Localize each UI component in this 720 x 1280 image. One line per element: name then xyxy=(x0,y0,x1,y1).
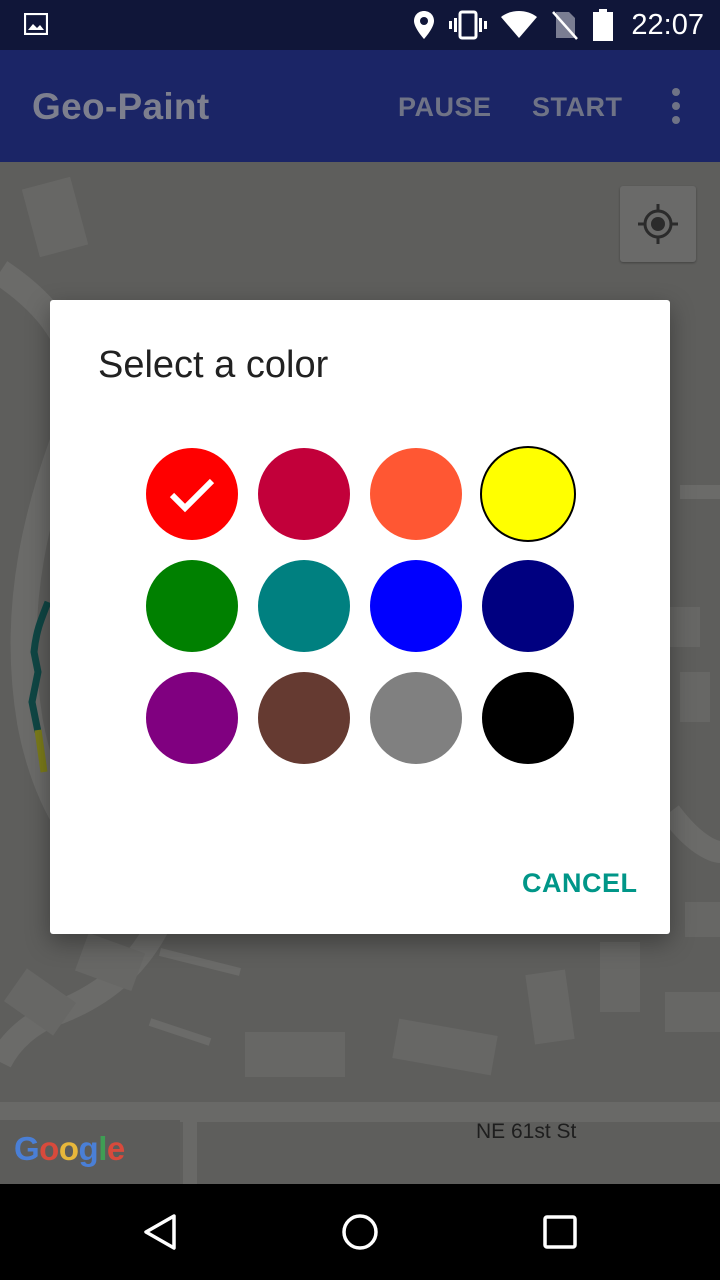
cancel-button[interactable]: CANCEL xyxy=(516,864,644,903)
location-icon xyxy=(414,11,435,39)
navigation-bar xyxy=(0,1184,720,1280)
color-swatch-green[interactable] xyxy=(146,560,238,652)
status-clock: 22:07 xyxy=(631,8,704,41)
app-title: Geo-Paint xyxy=(32,86,210,127)
color-swatch-red[interactable] xyxy=(146,448,238,540)
back-icon[interactable] xyxy=(140,1212,180,1252)
start-button[interactable]: START xyxy=(532,92,623,123)
color-swatch-crimson[interactable] xyxy=(258,448,350,540)
color-swatch-orange[interactable] xyxy=(370,448,462,540)
home-icon[interactable] xyxy=(340,1212,380,1252)
image-icon xyxy=(24,13,48,35)
color-swatch-teal[interactable] xyxy=(258,560,350,652)
check-icon xyxy=(169,478,215,513)
wifi-icon xyxy=(501,11,538,38)
recents-icon[interactable] xyxy=(542,1212,578,1252)
color-picker-dialog: Select a color CANCEL xyxy=(50,300,670,934)
color-swatch-yellow[interactable] xyxy=(480,446,576,542)
screen: 22:07 Geo-Paint PAUSE START NE 61st St G… xyxy=(0,0,720,1280)
dialog-title: Select a color xyxy=(98,344,329,386)
status-icons: 22:07 xyxy=(413,0,704,50)
more-vert-icon[interactable] xyxy=(660,84,692,128)
pause-button[interactable]: PAUSE xyxy=(398,92,492,123)
no-sim-icon xyxy=(552,11,579,40)
my-location-icon xyxy=(638,204,678,244)
my-location-button[interactable] xyxy=(620,186,696,262)
street-label: NE 61st St xyxy=(476,1120,577,1143)
app-bar: Geo-Paint PAUSE START xyxy=(0,50,720,162)
status-bar: 22:07 xyxy=(0,0,720,50)
battery-icon xyxy=(593,9,614,41)
color-swatch-gray[interactable] xyxy=(370,672,462,764)
color-swatch-brown[interactable] xyxy=(258,672,350,764)
color-swatch-purple[interactable] xyxy=(146,672,238,764)
color-swatch-blue[interactable] xyxy=(370,560,462,652)
color-swatch-navy[interactable] xyxy=(482,560,574,652)
color-swatch-black[interactable] xyxy=(482,672,574,764)
vibrate-icon xyxy=(449,10,488,40)
google-logo: Google xyxy=(14,1130,125,1167)
